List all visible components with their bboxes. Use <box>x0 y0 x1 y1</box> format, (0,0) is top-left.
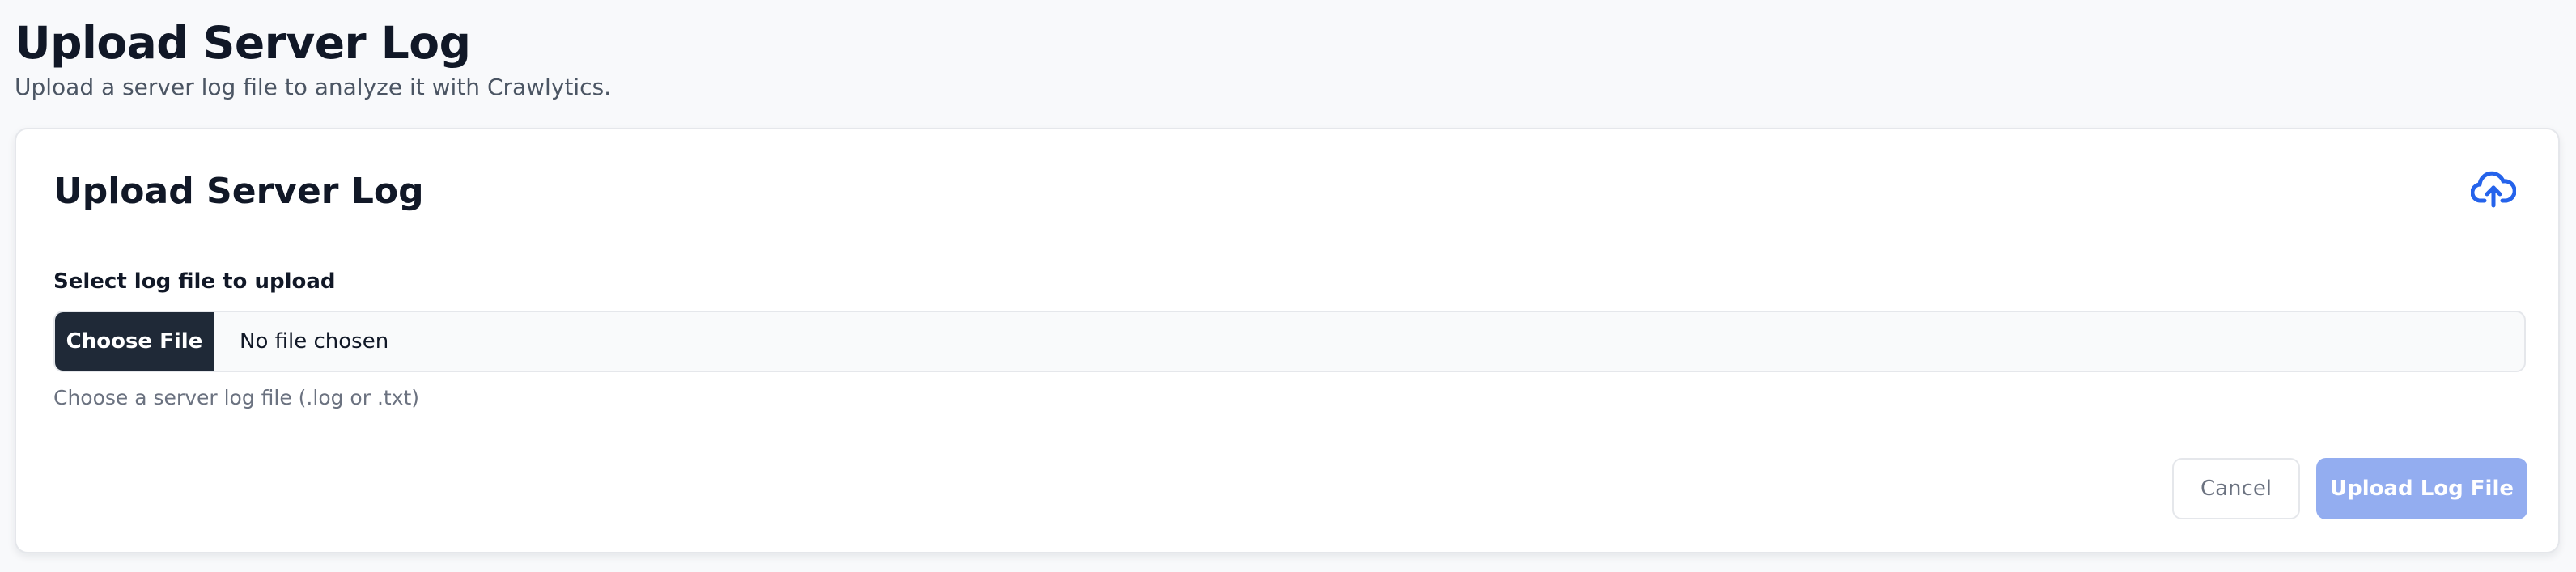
page-header: Upload Server Log Upload a server log fi… <box>15 15 611 104</box>
file-status-text: No file chosen <box>240 329 389 354</box>
file-field-label: Select log file to upload <box>53 269 336 294</box>
cloud-upload-icon <box>2471 171 2516 208</box>
log-file-input[interactable]: Choose File No file chosen <box>53 311 2526 372</box>
file-help-text: Choose a server log file (.log or .txt) <box>53 386 420 409</box>
choose-file-button[interactable]: Choose File <box>55 312 214 371</box>
page-subtitle: Upload a server log file to analyze it w… <box>15 74 612 100</box>
upload-card: Upload Server Log Select log file to upl… <box>15 128 2560 553</box>
card-title: Upload Server Log <box>53 171 424 212</box>
cancel-button[interactable]: Cancel <box>2172 458 2300 519</box>
upload-log-file-button[interactable]: Upload Log File <box>2316 458 2527 519</box>
page-title: Upload Server Log <box>15 17 471 69</box>
